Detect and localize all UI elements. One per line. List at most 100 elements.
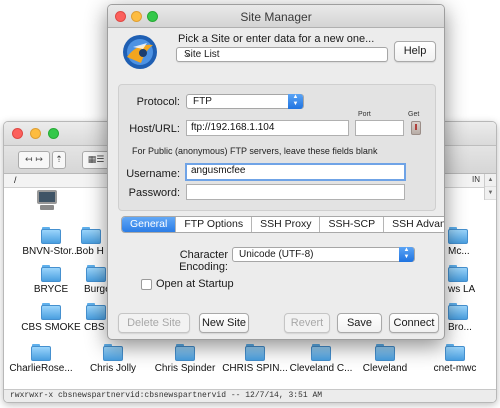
password-field[interactable] (186, 184, 405, 200)
file-name: Chris Jolly (89, 363, 137, 374)
encoding-value: Unicode (UTF-8) (239, 249, 314, 260)
get-indicator-icon (415, 124, 417, 130)
folder-icon (41, 265, 61, 282)
port-label: Port (358, 111, 371, 118)
up-down-stepper-icon: ▲ ▼ (288, 94, 303, 109)
site-manager-titlebar: Site Manager (108, 5, 444, 28)
folder-icon (86, 265, 106, 282)
file-name: CBS SMOKE (21, 322, 81, 333)
view-mode-buttons[interactable]: ▦☰ (82, 151, 110, 169)
folder-icon (41, 303, 61, 320)
username-field[interactable]: angusmcfee (185, 163, 406, 181)
folder-icon (41, 227, 61, 244)
settings-tabs: General FTP Options SSH Proxy SSH-SCP SS… (121, 216, 444, 233)
file-item[interactable]: cnet-mwc (418, 344, 492, 384)
file-name: Mc... (448, 246, 470, 257)
file-item[interactable]: CBS S (84, 303, 108, 343)
delete-site-button[interactable]: Delete Site (118, 313, 190, 333)
file-item[interactable]: Bro... (448, 303, 494, 343)
help-button[interactable]: Help (394, 41, 436, 62)
file-item[interactable]: CHRIS SPIN... (218, 344, 292, 384)
folder-icon (445, 344, 465, 361)
open-at-startup-checkbox[interactable] (141, 279, 152, 290)
new-site-button[interactable]: New Site (199, 313, 249, 333)
up-down-stepper-icon: ▲ ▼ (399, 247, 414, 262)
protocol-select[interactable]: FTP ▲ ▼ (186, 94, 304, 109)
encoding-label: Character Encoding: (179, 249, 228, 273)
anonymous-ftp-note: For Public (anonymous) FTP servers, leav… (132, 146, 378, 156)
connect-button[interactable]: Connect (389, 313, 439, 333)
close-window-button[interactable] (12, 128, 23, 139)
site-manager-window: Site Manager Pick a Site or enter data f… (107, 4, 445, 340)
file-name: CHRIS SPIN... (222, 363, 288, 374)
protocol-value: FTP (193, 96, 212, 107)
tab-general[interactable]: General (122, 217, 177, 232)
file-name: Burge (84, 284, 108, 295)
file-item[interactable]: Cleveland (348, 344, 422, 384)
file-name: BRYCE (33, 284, 69, 295)
get-port-button[interactable] (411, 121, 421, 135)
file-name: Bro... (448, 322, 472, 333)
file-name: CBS S (84, 322, 108, 333)
file-name: Cleveland (362, 363, 408, 374)
scroll-up-icon[interactable]: ▲ (485, 174, 496, 187)
file-name: ws LA (448, 284, 476, 295)
file-item[interactable]: CBS SMOKE (14, 303, 88, 343)
chevron-down-icon: ⌄ (184, 48, 192, 58)
file-item[interactable]: Burge (84, 265, 108, 305)
minimize-window-button[interactable] (30, 128, 41, 139)
tab-ssh-proxy[interactable]: SSH Proxy (252, 217, 321, 232)
port-field[interactable] (355, 120, 404, 136)
grid-view-icon[interactable]: ▦ (88, 155, 97, 165)
back-forward-button[interactable]: ↤ ↦ (18, 151, 50, 169)
folder-icon (86, 303, 106, 320)
folder-icon (448, 265, 468, 282)
file-item[interactable]: Mc... (448, 227, 494, 267)
file-item[interactable]: BRYCE (14, 265, 88, 305)
file-item[interactable]: ws LA (448, 265, 494, 305)
password-label: Password: (128, 187, 180, 199)
folder-icon (311, 344, 331, 361)
file-name: Chris Spinder (154, 363, 216, 374)
host-label: Host/URL: (129, 123, 180, 135)
path-bar-trailing-text: IN (472, 175, 480, 184)
host-url-field[interactable]: ftp://192.168.1.104 (186, 120, 349, 136)
folder-icon (31, 344, 51, 361)
folder-icon (448, 227, 468, 244)
vertical-scrollbar[interactable]: ▲ ▼ (484, 174, 496, 200)
current-path: / (14, 175, 17, 185)
folder-icon (245, 344, 265, 361)
parent-folder-button[interactable]: ⇡ (52, 151, 66, 169)
folder-icon (175, 344, 195, 361)
character-encoding-select[interactable]: Unicode (UTF-8) ▲ ▼ (232, 247, 415, 262)
window-title: Site Manager (240, 10, 312, 24)
username-label: Username: (126, 168, 180, 180)
save-button[interactable]: Save (337, 313, 382, 333)
app-logo-icon (123, 35, 157, 69)
open-at-startup-label: Open at Startup (156, 278, 234, 290)
file-item[interactable]: CharlieRose... (4, 344, 78, 384)
file-name: Cleveland C... (289, 363, 353, 374)
protocol-label: Protocol: (136, 96, 180, 108)
zoom-window-button[interactable] (48, 128, 59, 139)
file-item[interactable]: Cleveland C... (284, 344, 358, 384)
list-view-icon[interactable]: ☰ (96, 155, 104, 165)
site-list-dropdown[interactable]: Site List ⌄ (176, 47, 388, 62)
tab-ssh-advanced[interactable]: SSH Advanced (384, 217, 444, 232)
computer-icon[interactable] (36, 190, 58, 212)
tab-ssh-scp[interactable]: SSH-SCP (320, 217, 385, 232)
scroll-down-icon[interactable]: ▼ (485, 187, 496, 200)
file-item[interactable]: Bob H (76, 227, 106, 267)
file-name: CharlieRose... (9, 363, 73, 374)
site-prompt: Pick a Site or enter data for a new one.… (178, 33, 375, 45)
folder-icon (103, 344, 123, 361)
file-item[interactable]: Chris Spinder (148, 344, 222, 384)
status-bar: rwxrwxr-x cbsnewspartnervid:cbsnewspartn… (4, 389, 496, 402)
revert-button[interactable]: Revert (284, 313, 330, 333)
folder-icon (375, 344, 395, 361)
file-item[interactable]: Chris Jolly (76, 344, 150, 384)
folder-icon (81, 227, 101, 244)
tab-ftp-options[interactable]: FTP Options (176, 217, 253, 232)
file-name: cnet-mwc (433, 363, 477, 374)
file-name: Bob H (76, 246, 104, 257)
